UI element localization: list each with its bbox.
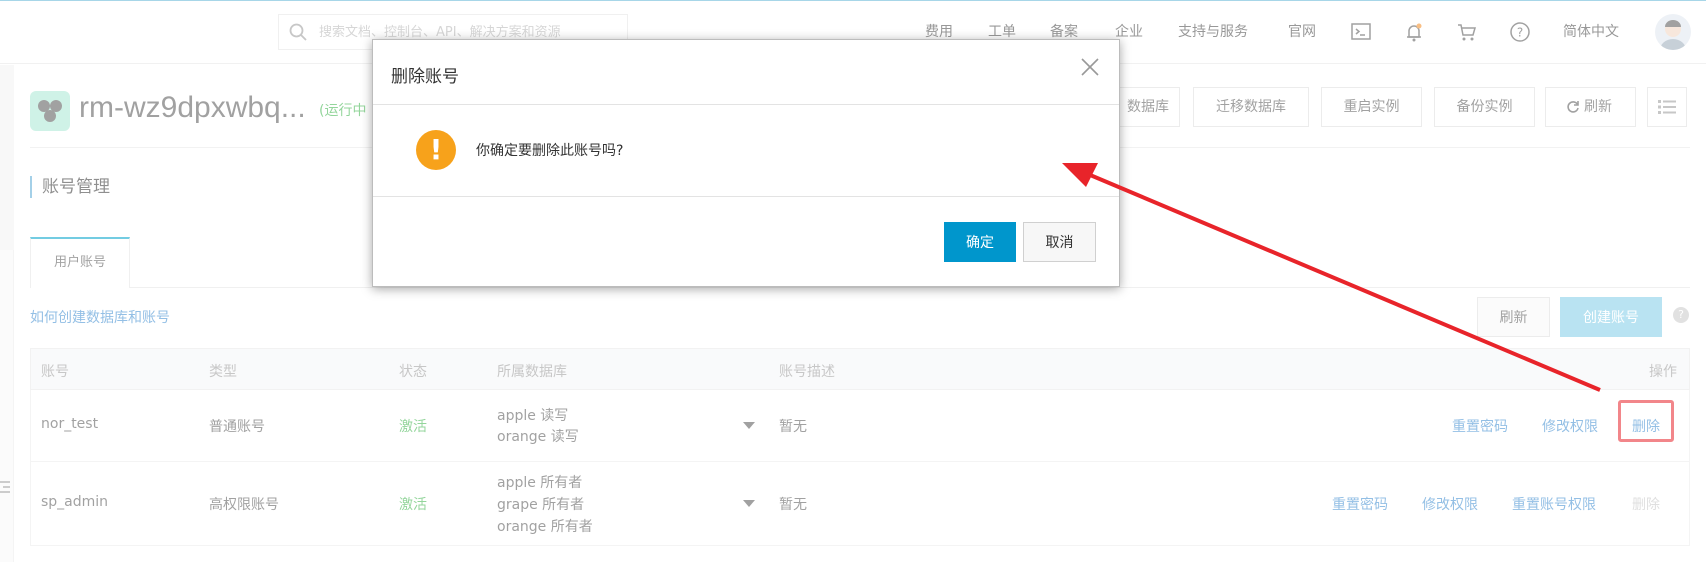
close-icon[interactable] [1077,54,1103,80]
dialog-message: 你确定要删除此账号吗? [476,143,624,159]
confirm-button[interactable]: 确定 [944,222,1016,262]
dialog-title: 删除账号 [391,67,459,87]
warning-icon: ! [416,130,456,170]
delete-account-dialog: 删除账号 ! 你确定要删除此账号吗? 确定 取消 [372,39,1120,287]
dialog-divider [373,196,1119,197]
cancel-button[interactable]: 取消 [1023,222,1096,262]
dialog-divider [373,104,1119,105]
